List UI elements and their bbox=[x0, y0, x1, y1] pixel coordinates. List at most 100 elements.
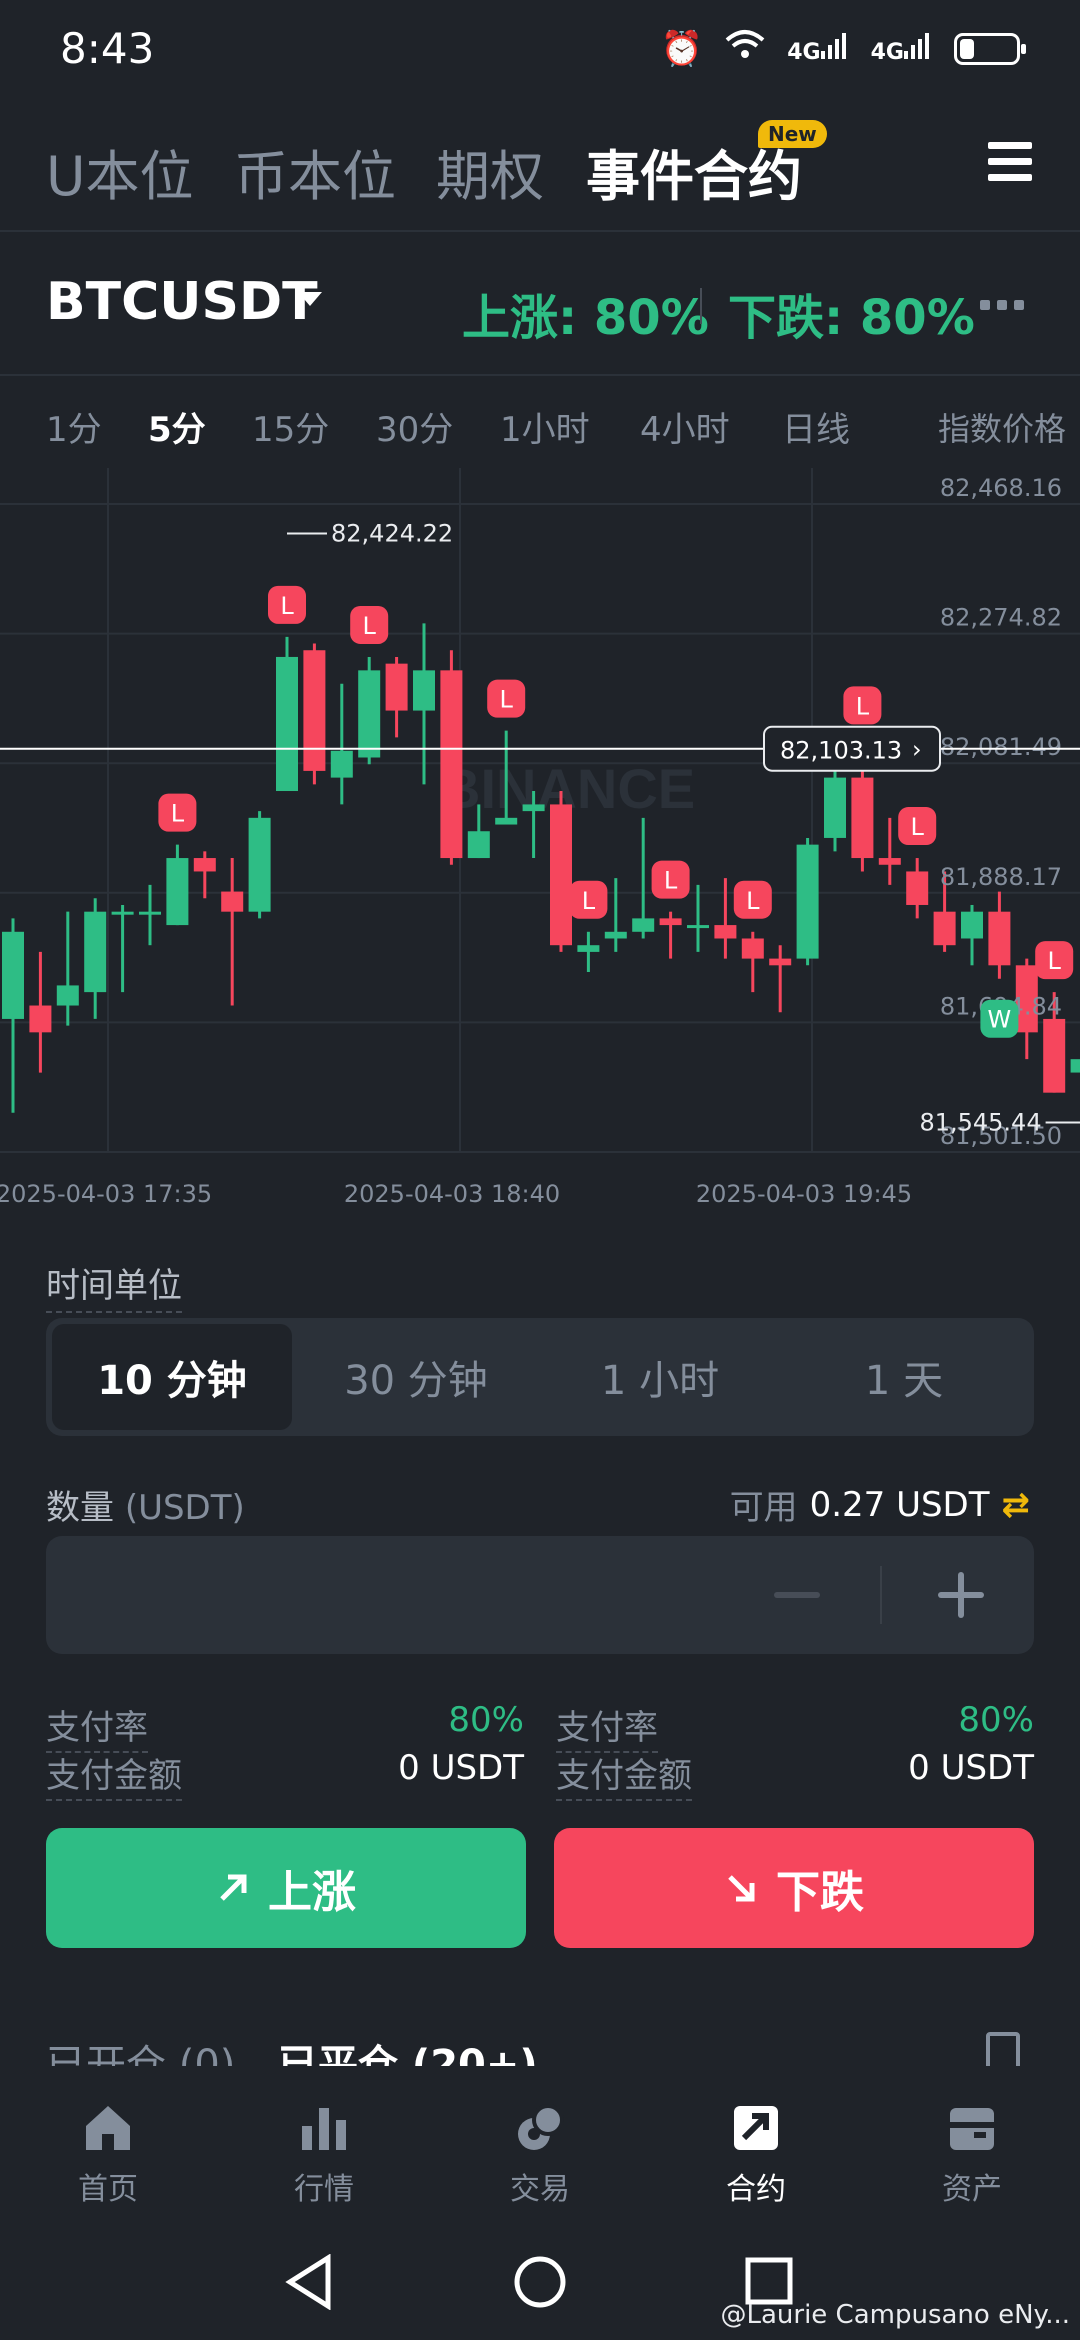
signal-icon-2: 4G bbox=[871, 33, 932, 64]
loss-marker-label: L bbox=[500, 686, 514, 714]
price-type-selector[interactable]: 指数价格 bbox=[938, 404, 1066, 450]
candle-body bbox=[84, 911, 107, 993]
divider bbox=[0, 374, 1080, 376]
home-circle-icon[interactable] bbox=[512, 2254, 568, 2310]
y-tick-label: 82,468.16 bbox=[940, 474, 1062, 502]
divider bbox=[700, 288, 702, 324]
candle-body bbox=[687, 925, 709, 929]
plus-icon[interactable] bbox=[938, 1572, 984, 1618]
trade-icon bbox=[518, 2104, 564, 2150]
candle-body bbox=[139, 911, 161, 915]
tab-coinm[interactable]: 币本位 bbox=[234, 132, 396, 211]
divider bbox=[0, 230, 1080, 232]
candle-body bbox=[440, 670, 463, 859]
interval-1m[interactable]: 1分 bbox=[46, 402, 102, 451]
win-marker-label: W bbox=[988, 1006, 1012, 1034]
nav-markets[interactable]: 行情 bbox=[224, 2102, 424, 2208]
arrow-up-right-icon bbox=[220, 1874, 247, 1901]
fall-button-label: 下跌 bbox=[776, 1867, 864, 1918]
candle-body bbox=[961, 911, 983, 939]
futures-icon bbox=[734, 2106, 778, 2150]
candle-body bbox=[796, 844, 819, 959]
payout-rate-label-down: 支付率 bbox=[556, 1700, 658, 1753]
candle-body bbox=[303, 650, 326, 771]
candle-body bbox=[1070, 1059, 1080, 1073]
new-badge: New bbox=[758, 120, 827, 148]
wifi-icon bbox=[725, 28, 765, 69]
recents-icon[interactable] bbox=[744, 2256, 794, 2306]
more-icon[interactable] bbox=[980, 300, 1024, 310]
interval-30m[interactable]: 30分 bbox=[376, 402, 453, 451]
loss-marker-label: L bbox=[1048, 947, 1062, 975]
candle-body bbox=[166, 858, 189, 926]
fall-button[interactable]: 下跌 bbox=[554, 1828, 1034, 1948]
time-unit-label: 时间单位 bbox=[46, 1258, 182, 1313]
interval-1h[interactable]: 1小时 bbox=[500, 402, 590, 451]
status-icons: ⏰ 4G 4G bbox=[660, 28, 1026, 69]
y-tick-label: 82,274.82 bbox=[940, 604, 1062, 632]
candle-body bbox=[878, 858, 901, 865]
candle-body bbox=[550, 804, 572, 946]
time-unit-10m[interactable]: 10 分钟 bbox=[52, 1324, 292, 1430]
nav-trade[interactable]: 交易 bbox=[440, 2102, 640, 2208]
candle-body bbox=[56, 985, 79, 1006]
nav-markets-label: 行情 bbox=[294, 2172, 354, 2207]
payout-amount-label-up: 支付金额 bbox=[46, 1748, 182, 1801]
candle-body bbox=[29, 1005, 52, 1033]
y-tick-label: 82,081.49 bbox=[940, 733, 1062, 761]
rise-button-label: 上涨 bbox=[268, 1867, 356, 1918]
tab-usdm[interactable]: U本位 bbox=[46, 132, 194, 211]
rise-button[interactable]: 上涨 bbox=[46, 1828, 526, 1948]
interval-15m[interactable]: 15分 bbox=[252, 402, 329, 451]
candle-body bbox=[741, 938, 764, 959]
fall-payout-rate: 下跌: 80% bbox=[728, 290, 975, 346]
candle-body bbox=[577, 945, 600, 952]
divider bbox=[880, 1566, 882, 1624]
nav-futures-label: 合约 bbox=[726, 2172, 786, 2207]
pair-selector[interactable]: BTCUSDT bbox=[46, 272, 318, 332]
candle-body bbox=[824, 777, 846, 838]
back-icon[interactable] bbox=[284, 2254, 334, 2310]
caret-down-icon[interactable] bbox=[298, 292, 322, 306]
current-price-label: 82,103.13 bbox=[780, 737, 902, 765]
loss-marker-label: L bbox=[582, 887, 596, 915]
candle-body bbox=[2, 931, 24, 1019]
payout-amount-up: 0 USDT bbox=[398, 1748, 524, 1788]
menu-icon[interactable] bbox=[988, 142, 1032, 182]
arrow-down-right-icon bbox=[728, 1875, 755, 1902]
interval-4h[interactable]: 4小时 bbox=[640, 402, 730, 451]
loss-marker-label: L bbox=[911, 813, 925, 841]
interval-5m[interactable]: 5分 bbox=[148, 402, 206, 451]
loss-marker-label: L bbox=[171, 800, 185, 828]
home-icon bbox=[86, 2106, 130, 2150]
interval-1d[interactable]: 日线 bbox=[782, 402, 850, 451]
time-unit-30m[interactable]: 30 分钟 bbox=[296, 1324, 536, 1430]
nav-trade-label: 交易 bbox=[510, 2172, 570, 2207]
quantity-label: 数量 (USDT) bbox=[46, 1480, 245, 1529]
candle-body bbox=[221, 891, 244, 912]
candle-body bbox=[632, 918, 655, 932]
nav-home[interactable]: 首页 bbox=[8, 2102, 208, 2208]
alarm-icon: ⏰ bbox=[660, 28, 704, 69]
nav-assets[interactable]: 资产 bbox=[872, 2102, 1072, 2208]
candle-body bbox=[413, 670, 435, 711]
candle-body bbox=[714, 925, 737, 939]
candle-body bbox=[933, 911, 956, 946]
candlestick-chart[interactable]: BINANCE82,468.1682,274.8282,081.4981,888… bbox=[0, 468, 1080, 1220]
transfer-icon[interactable]: ⇄ bbox=[1002, 1485, 1031, 1525]
product-tabs: U本位 币本位 期权 事件合约 New bbox=[0, 120, 1080, 230]
quantity-input[interactable] bbox=[46, 1536, 1034, 1654]
minus-icon[interactable] bbox=[774, 1592, 820, 1598]
signal-icon-1: 4G bbox=[787, 33, 848, 64]
rise-payout-rate: 上涨: 80% bbox=[462, 290, 709, 346]
time-unit-1d[interactable]: 1 天 bbox=[784, 1324, 1024, 1430]
bottom-nav: 首页 行情 交易 合约 资产 bbox=[0, 2066, 1080, 2210]
loss-marker-label: L bbox=[280, 592, 294, 620]
tab-options[interactable]: 期权 bbox=[436, 132, 544, 211]
nav-futures[interactable]: 合约 bbox=[656, 2102, 856, 2208]
candle-body bbox=[659, 918, 682, 926]
loss-marker-label: L bbox=[856, 692, 870, 720]
available-label: 可用 bbox=[729, 1488, 798, 1528]
time-unit-1h[interactable]: 1 小时 bbox=[540, 1324, 780, 1430]
quantity-label-text: 数量 bbox=[46, 1488, 114, 1528]
